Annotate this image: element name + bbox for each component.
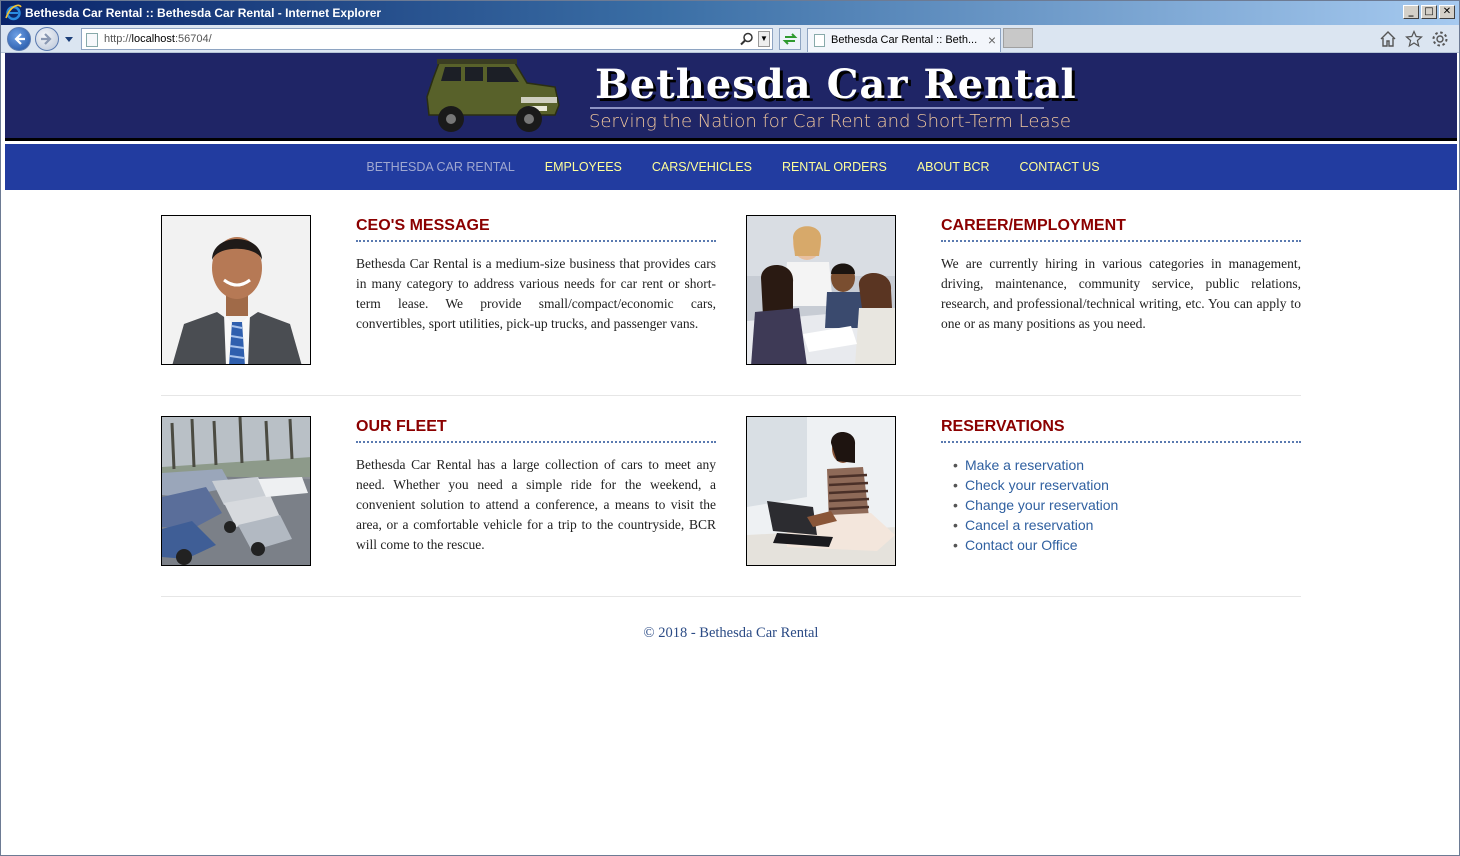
main-navigation: BETHESDA CAR RENTAL EMPLOYEES CARS/VEHIC…: [5, 144, 1457, 190]
nav-employees-link[interactable]: EMPLOYEES: [545, 160, 622, 174]
fleet-text: Bethesda Car Rental has a large collecti…: [356, 457, 716, 552]
nav-contact-link[interactable]: CONTACT US: [1020, 160, 1100, 174]
ceo-message-heading: CEO'S MESSAGE: [356, 215, 716, 242]
browser-toolbar: http://localhost:56704/ ▼ Bethesda Car R…: [1, 25, 1459, 53]
reservations-photo: [746, 416, 896, 566]
nav-home-link[interactable]: BETHESDA CAR RENTAL: [366, 160, 514, 174]
career-photo: [746, 215, 896, 365]
reservations-links-list: Make a reservation Check your reservatio…: [941, 455, 1301, 555]
site-footer: © 2018 - Bethesda Car Rental: [643, 625, 819, 641]
address-url[interactable]: http://localhost:56704/: [104, 33, 212, 45]
close-button[interactable]: ✕: [1439, 5, 1455, 19]
contact-office-link[interactable]: Contact our Office: [953, 535, 1301, 555]
career-section: CAREER/EMPLOYMENT We are currently hirin…: [746, 215, 1306, 367]
tab-title: Bethesda Car Rental :: Beth...: [831, 34, 978, 46]
fleet-heading: OUR FLEET: [356, 416, 716, 443]
settings-gear-icon[interactable]: [1431, 30, 1449, 48]
make-reservation-link[interactable]: Make a reservation: [953, 455, 1301, 475]
address-bar[interactable]: http://localhost:56704/ ▼: [81, 28, 773, 50]
reservations-heading: RESERVATIONS: [941, 416, 1301, 443]
compatibility-refresh-button[interactable]: [779, 28, 801, 50]
maximize-button[interactable]: □: [1421, 5, 1437, 19]
cancel-reservation-link[interactable]: Cancel a reservation: [953, 515, 1301, 535]
home-icon[interactable]: [1379, 30, 1397, 48]
page-icon: [86, 33, 98, 47]
refresh-icon: [782, 33, 798, 45]
career-text: We are currently hiring in various categ…: [941, 256, 1301, 331]
web-page: Bethesda Car Rental Serving the Nation f…: [5, 53, 1457, 853]
forward-button[interactable]: [35, 27, 59, 51]
ceo-photo: [161, 215, 311, 365]
history-dropdown-icon[interactable]: [63, 33, 75, 45]
back-arrow-icon: [14, 33, 25, 45]
internet-explorer-icon: [5, 4, 22, 21]
nav-cars-vehicles-link[interactable]: CARS/VEHICLES: [652, 160, 752, 174]
ceo-message-text: Bethesda Car Rental is a medium-size bus…: [356, 256, 716, 331]
browser-window: Bethesda Car Rental :: Bethesda Car Rent…: [0, 0, 1460, 856]
favorites-star-icon[interactable]: [1405, 30, 1423, 48]
search-icon[interactable]: [740, 32, 754, 46]
nav-about-link[interactable]: ABOUT BCR: [917, 160, 990, 174]
site-tagline: Serving the Nation for Car Rent and Shor…: [589, 111, 1071, 132]
back-button[interactable]: [7, 27, 31, 51]
nav-rental-orders-link[interactable]: RENTAL ORDERS: [782, 160, 887, 174]
fleet-photo: [161, 416, 311, 566]
site-banner: Bethesda Car Rental Serving the Nation f…: [5, 53, 1457, 141]
change-reservation-link[interactable]: Change your reservation: [953, 495, 1301, 515]
fleet-section: OUR FLEET Bethesda Car Rental has a larg…: [161, 416, 721, 568]
footer-divider: [161, 596, 1301, 597]
site-brand-title: Bethesda Car Rental: [595, 61, 1077, 108]
section-divider: [161, 395, 1301, 396]
title-bar: Bethesda Car Rental :: Bethesda Car Rent…: [1, 1, 1459, 25]
url-host: localhost: [131, 33, 175, 45]
new-tab-button[interactable]: [1003, 28, 1033, 48]
brand-underline: [590, 107, 1044, 109]
check-reservation-link[interactable]: Check your reservation: [953, 475, 1301, 495]
browser-tab-active[interactable]: Bethesda Car Rental :: Beth... ×: [807, 28, 1001, 52]
career-heading: CAREER/EMPLOYMENT: [941, 215, 1301, 242]
minimize-button[interactable]: _: [1403, 5, 1419, 19]
window-title: Bethesda Car Rental :: Bethesda Car Rent…: [25, 6, 382, 20]
url-port-path: :56704/: [174, 33, 212, 45]
tab-page-icon: [814, 34, 825, 47]
ceo-message-section: CEO'S MESSAGE Bethesda Car Rental is a m…: [161, 215, 721, 367]
tab-close-icon[interactable]: ×: [988, 32, 996, 48]
reservations-section: RESERVATIONS Make a reservation Check yo…: [746, 416, 1306, 568]
suv-car-logo: [426, 59, 560, 132]
forward-arrow-icon: [41, 33, 52, 45]
url-scheme: http://: [104, 33, 132, 45]
address-dropdown-icon[interactable]: ▼: [758, 31, 770, 47]
